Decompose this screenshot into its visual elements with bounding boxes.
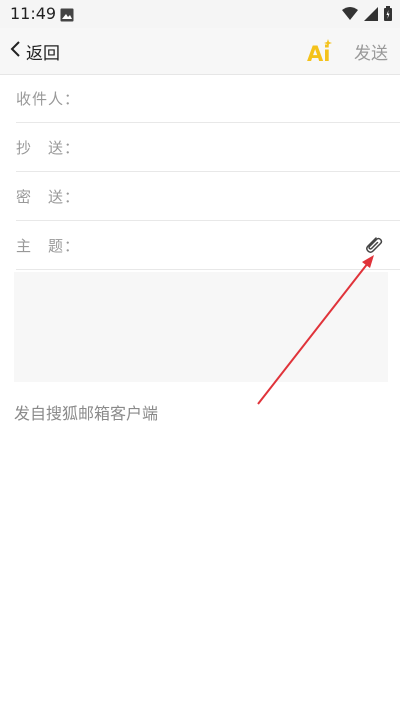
back-button[interactable]: 返回 xyxy=(10,38,60,64)
to-input[interactable] xyxy=(96,84,360,114)
chevron-left-icon xyxy=(10,40,22,62)
message-body-input[interactable] xyxy=(14,272,388,382)
ai-icon: Ai xyxy=(307,39,332,66)
bcc-field-row: 密 送： xyxy=(16,172,400,221)
paperclip-icon[interactable] xyxy=(362,233,384,259)
wifi-icon xyxy=(342,6,358,25)
bcc-label: 密 送： xyxy=(16,188,81,206)
subject-label: 主 题： xyxy=(16,237,81,255)
compose-header: 返回 Ai 发送 xyxy=(0,28,400,75)
to-label: 收件人： xyxy=(16,90,81,108)
subject-input[interactable] xyxy=(96,231,360,261)
ai-label: Ai xyxy=(307,42,330,64)
status-bar: 11:49 xyxy=(0,0,400,28)
cc-input[interactable] xyxy=(96,133,360,163)
subject-field-row: 主 题： xyxy=(16,221,400,270)
status-time: 11:49 xyxy=(10,4,57,23)
to-field-row: 收件人： xyxy=(16,74,400,123)
cc-label: 抄 送： xyxy=(16,139,81,157)
cc-field-row: 抄 送： xyxy=(16,123,400,172)
bcc-input[interactable] xyxy=(96,182,360,212)
signal-icon xyxy=(364,6,378,25)
back-label: 返回 xyxy=(26,43,60,64)
email-signature[interactable]: 发自搜狐邮箱客户端 xyxy=(14,400,158,424)
battery-icon xyxy=(384,6,392,25)
gallery-icon xyxy=(60,7,74,26)
ai-assistant-button[interactable]: Ai xyxy=(306,38,334,68)
send-button[interactable]: 发送 xyxy=(354,39,388,64)
